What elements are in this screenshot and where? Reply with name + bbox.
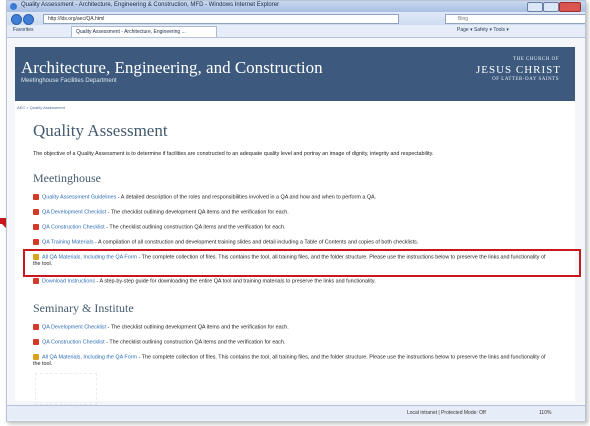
title-bar: Quality Assessment - Architecture, Engin… bbox=[7, 1, 585, 12]
browser-window: Quality Assessment - Architecture, Engin… bbox=[6, 0, 586, 422]
item-desc: - A compilation of all construction and … bbox=[93, 239, 419, 246]
close-button[interactable] bbox=[559, 2, 581, 12]
security-zone[interactable]: Local intranet | Protected Mode: Off bbox=[407, 410, 486, 416]
doc-link[interactable]: Download Instructions bbox=[42, 278, 95, 284]
section-heading-meetinghouse: Meetinghouse bbox=[33, 171, 101, 185]
pdf-icon bbox=[33, 224, 39, 230]
site-subtitle: Meetinghouse Facilities Department bbox=[21, 78, 117, 84]
doc-link[interactable]: QA Development Checklist bbox=[42, 324, 106, 330]
maximize-button[interactable] bbox=[543, 2, 559, 12]
doc-link[interactable]: All QA Materials, Including the QA Form bbox=[42, 354, 137, 360]
pdf-icon bbox=[33, 194, 39, 200]
list-item: Quality Assessment Guidelines - A detail… bbox=[33, 194, 553, 201]
item-desc: - The checklist outlining construction Q… bbox=[104, 224, 286, 231]
favorites-button[interactable]: Favorites bbox=[13, 27, 34, 33]
item-desc: - A step-by-step guide for downloading t… bbox=[95, 278, 376, 285]
list-item: QA Development Checklist - The checklist… bbox=[33, 209, 553, 216]
favorites-bar: Favorites Quality Assessment - Architect… bbox=[7, 25, 585, 38]
item-desc: - The checklist outlining construction Q… bbox=[104, 339, 286, 346]
minimize-button[interactable] bbox=[527, 2, 543, 12]
section-heading-seminary: Seminary & Institute bbox=[33, 301, 134, 315]
site-title: Architecture, Engineering, and Construct… bbox=[21, 58, 323, 77]
zip-icon bbox=[33, 354, 39, 360]
address-bar: http://lds.org/aec/QA.html Bing bbox=[7, 12, 585, 25]
highlight-box bbox=[23, 249, 581, 277]
url-input[interactable]: http://lds.org/aec/QA.html bbox=[43, 14, 399, 24]
church-logo-line2: JESUS CHRIST bbox=[475, 64, 561, 76]
page-title: Quality Assessment bbox=[33, 121, 168, 140]
window-title: Quality Assessment - Architecture, Engin… bbox=[21, 2, 280, 8]
item-desc: - The checklist outlining development QA… bbox=[106, 324, 289, 331]
page-content: AEC > Quality Assessment Quality Assessm… bbox=[15, 101, 581, 401]
list-item: QA Construction Checklist - The checklis… bbox=[33, 224, 553, 231]
list-item: QA Development Checklist - The checklist… bbox=[33, 324, 553, 331]
doc-link[interactable]: QA Construction Checklist bbox=[42, 224, 105, 230]
browser-tab[interactable]: Quality Assessment - Architecture, Engin… bbox=[71, 26, 217, 37]
list-item: QA Training Materials - A compilation of… bbox=[33, 239, 553, 246]
search-input[interactable]: Bing bbox=[445, 14, 585, 24]
church-logo-line3: OF LATTER-DAY SAINTS bbox=[492, 77, 559, 82]
church-logo-line1: THE CHURCH OF bbox=[513, 57, 559, 62]
decorative-image bbox=[35, 373, 97, 405]
breadcrumb[interactable]: AEC > Quality Assessment bbox=[17, 105, 65, 110]
zoom-level[interactable]: 110% bbox=[539, 410, 551, 416]
command-bar[interactable]: Page ▾ Safety ▾ Tools ▾ bbox=[457, 27, 509, 33]
ie-icon bbox=[10, 3, 17, 10]
pdf-icon bbox=[33, 209, 39, 215]
list-item: All QA Materials, Including the QA Form … bbox=[33, 354, 553, 368]
status-bar: Local intranet | Protected Mode: Off 110… bbox=[7, 405, 585, 420]
item-desc: - The checklist outlining development QA… bbox=[106, 209, 289, 216]
pdf-icon bbox=[33, 324, 39, 330]
intro-text: The objective of a Quality Assessment is… bbox=[33, 151, 434, 157]
doc-link[interactable]: QA Training Materials bbox=[42, 239, 94, 245]
doc-link[interactable]: QA Construction Checklist bbox=[42, 339, 105, 345]
list-item: QA Construction Checklist - The checklis… bbox=[33, 339, 553, 346]
site-header: Architecture, Engineering, and Construct… bbox=[15, 47, 575, 101]
item-desc: - A detailed description of the roles an… bbox=[116, 194, 377, 201]
doc-link[interactable]: Quality Assessment Guidelines bbox=[42, 194, 116, 200]
forward-button[interactable] bbox=[23, 14, 34, 25]
list-item: Download Instructions - A step-by-step g… bbox=[33, 278, 553, 285]
pdf-icon bbox=[33, 278, 39, 284]
doc-link[interactable]: QA Development Checklist bbox=[42, 209, 106, 215]
pdf-icon bbox=[33, 239, 39, 245]
back-button[interactable] bbox=[11, 14, 22, 25]
pdf-icon bbox=[33, 339, 39, 345]
